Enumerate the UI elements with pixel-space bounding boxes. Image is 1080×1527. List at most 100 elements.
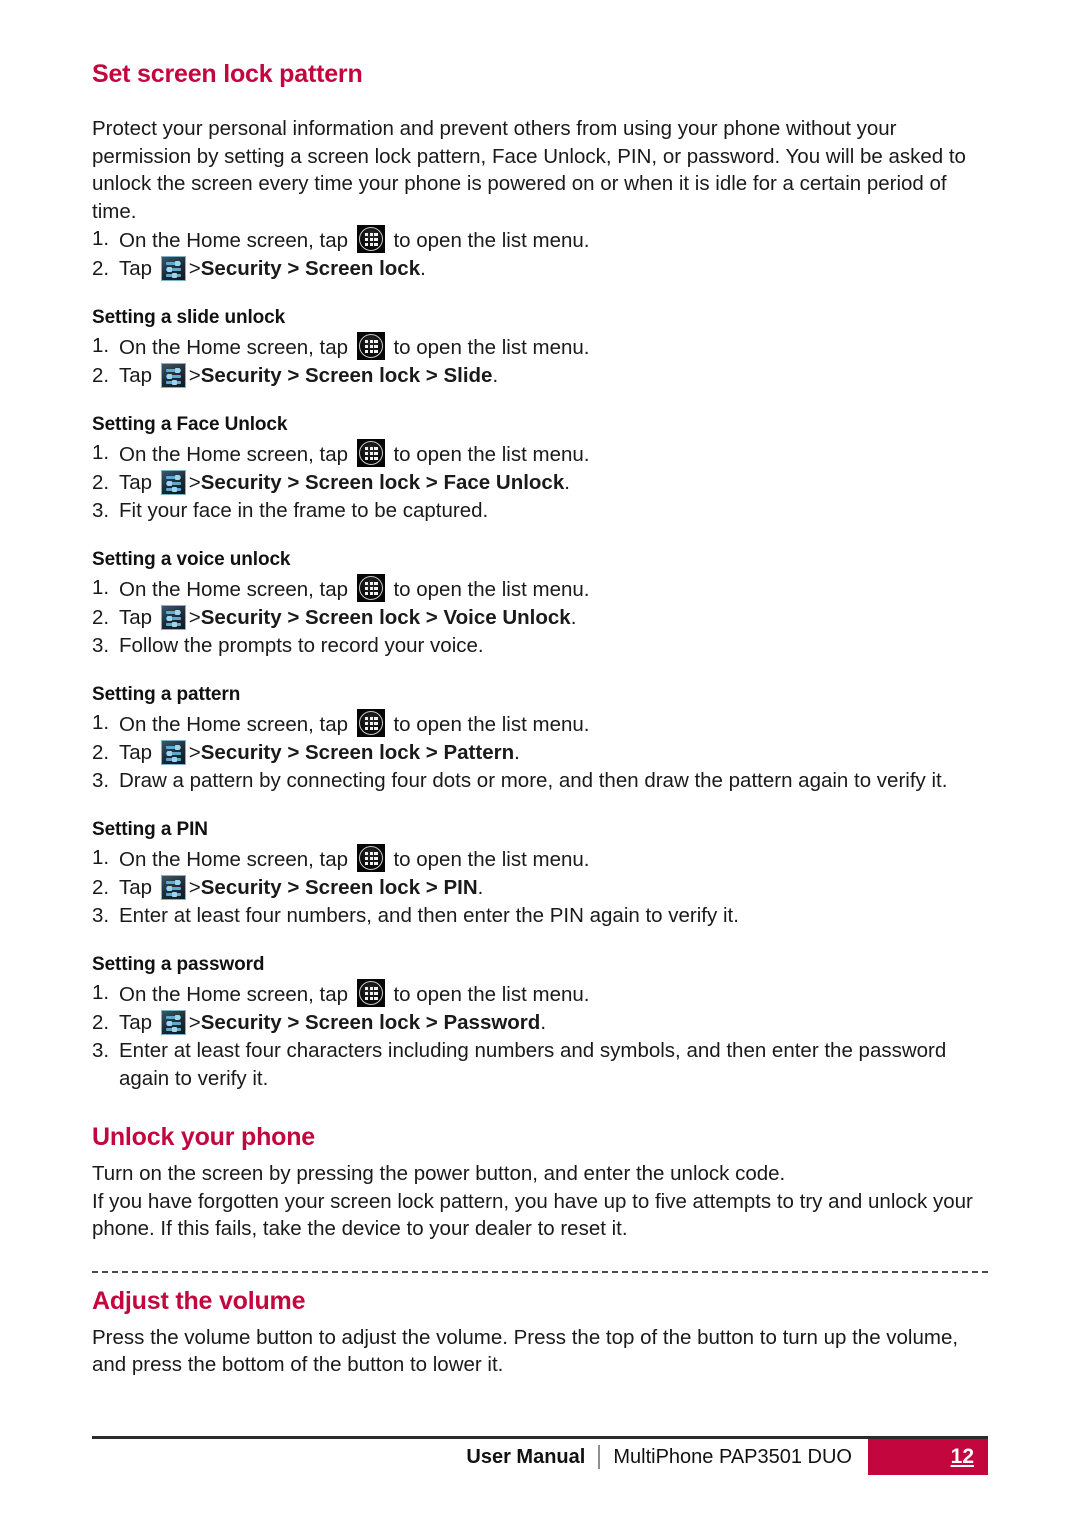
path-prefix: > (188, 876, 201, 899)
subsection-setting-a-pin: Setting a PIN 1. On the Home screen, tap… (92, 819, 988, 930)
step-text: Enter at least four numbers, and then en… (119, 904, 739, 927)
step-text-post: . (477, 876, 484, 899)
step-text: Tap >Security > Screen lock > Password. (119, 1009, 988, 1037)
footer-model-label: MultiPhone PAP3501 DUO (613, 1445, 852, 1468)
steps-list: 1. On the Home screen, tap to open the l… (92, 709, 988, 795)
settings-icon (160, 875, 186, 900)
settings-icon (160, 605, 186, 630)
step-number: 2. (92, 1011, 110, 1034)
step-text-pre: Tap (119, 606, 153, 629)
step-text: Follow the prompts to record your voice. (119, 634, 484, 657)
step-number: 1. (92, 846, 110, 869)
path-prefix: > (188, 257, 201, 280)
steps-list-screen-lock: 1. On the Home screen, tap to open the l… (92, 225, 988, 283)
step-text-pre: On the Home screen, tap (119, 983, 349, 1006)
step-text-post: to open the list menu. (393, 983, 590, 1006)
list-item: 3. Fit your face in the frame to be capt… (92, 497, 988, 525)
list-item: 1. On the Home screen, tap to open the l… (92, 225, 988, 255)
step-text-pre: On the Home screen, tap (119, 443, 349, 466)
step-text: On the Home screen, tap to open the list… (119, 439, 988, 469)
list-item: 2. Tap >Security > Screen lock > PIN. (92, 874, 988, 902)
settings-icon (160, 740, 186, 765)
step-text-pre: On the Home screen, tap (119, 578, 349, 601)
footer-bar: User Manual MultiPhone PAP3501 DUO 12 (92, 1439, 988, 1475)
footer-labels: User Manual MultiPhone PAP3501 DUO (466, 1439, 868, 1475)
settings-path: Security > Screen lock > Face Unlock (200, 471, 565, 494)
page-footer: User Manual MultiPhone PAP3501 DUO 12 (92, 1436, 988, 1475)
subsection-setting-a-password: Setting a password 1. On the Home screen… (92, 954, 988, 1093)
step-number: 3. (92, 769, 110, 792)
settings-icon (160, 363, 186, 388)
step-text-pre: Tap (119, 257, 153, 280)
list-item: 1. On the Home screen, tap to open the l… (92, 844, 988, 874)
list-item: 2. Tap >Security > Screen lock > Passwor… (92, 1009, 988, 1037)
step-text: On the Home screen, tap to open the list… (119, 709, 988, 739)
list-item: 3. Draw a pattern by connecting four dot… (92, 767, 988, 795)
step-number: 2. (92, 257, 110, 280)
step-number: 3. (92, 499, 110, 522)
step-number: 3. (92, 634, 110, 657)
intro-paragraph: Protect your personal information and pr… (92, 117, 966, 223)
list-item: 2. Tap >Security > Screen lock > Slide. (92, 362, 988, 390)
step-number: 1. (92, 576, 110, 599)
step-text-post: to open the list menu. (393, 336, 590, 359)
list-item: 1. On the Home screen, tap to open the l… (92, 979, 988, 1009)
settings-icon (160, 256, 186, 281)
subsection-title: Setting a password (92, 954, 265, 975)
step-text: Tap >Security > Screen lock > Pattern. (119, 739, 988, 767)
list-item: 2. Tap >Security > Screen lock > Pattern… (92, 739, 988, 767)
app-drawer-icon (356, 439, 385, 467)
subsection-setting-a-face-unlock: Setting a Face Unlock 1. On the Home scr… (92, 414, 988, 525)
page-content: Set screen lock pattern Protect your per… (92, 0, 988, 1379)
steps-list: 1. On the Home screen, tap to open the l… (92, 574, 988, 660)
step-text: Tap >Security > Screen lock. (119, 255, 988, 283)
step-text-pre: Tap (119, 876, 153, 899)
settings-path: Security > Screen lock (200, 257, 421, 280)
step-text: Fit your face in the frame to be capture… (119, 499, 489, 522)
step-text-post: to open the list menu. (393, 848, 590, 871)
list-item: 2. Tap >Security > Screen lock > Face Un… (92, 469, 988, 497)
subsection-title: Setting a PIN (92, 819, 208, 840)
step-text-post: to open the list menu. (393, 578, 590, 601)
step-text: On the Home screen, tap to open the list… (119, 574, 988, 604)
step-number: 2. (92, 471, 110, 494)
step-number: 1. (92, 981, 110, 1004)
settings-path: Security > Screen lock > Password (200, 1011, 541, 1034)
step-text-post: . (540, 1011, 547, 1034)
list-item: 1. On the Home screen, tap to open the l… (92, 439, 988, 469)
steps-list: 1. On the Home screen, tap to open the l… (92, 332, 988, 390)
steps-list: 1. On the Home screen, tap to open the l… (92, 439, 988, 525)
page-number: 12 (950, 1445, 974, 1468)
page-number-badge: 12 (868, 1439, 988, 1475)
list-item: 1. On the Home screen, tap to open the l… (92, 332, 988, 362)
path-prefix: > (188, 471, 201, 494)
list-item: 2. Tap >Security > Screen lock. (92, 255, 988, 283)
settings-icon (160, 470, 186, 495)
footer-vertical-divider (598, 1445, 601, 1469)
section-title-adjust-the-volume: Adjust the volume (92, 1286, 306, 1315)
section-title-unlock-your-phone: Unlock your phone (92, 1123, 316, 1151)
subsection-setting-a-voice-unlock: Setting a voice unlock 1. On the Home sc… (92, 549, 988, 660)
step-text: On the Home screen, tap to open the list… (119, 844, 988, 874)
step-text-pre: Tap (119, 741, 153, 764)
step-number: 1. (92, 441, 110, 464)
subsection-title: Setting a slide unlock (92, 307, 286, 328)
step-text: Tap >Security > Screen lock > Slide. (119, 362, 988, 390)
app-drawer-icon (356, 979, 385, 1007)
step-text-post: to open the list menu. (393, 713, 590, 736)
settings-icon (160, 1010, 186, 1035)
page-title: Set screen lock pattern (92, 60, 363, 88)
unlock-paragraph-2: If you have forgotten your screen lock p… (92, 1189, 973, 1241)
step-text: On the Home screen, tap to open the list… (119, 225, 988, 255)
step-number: 3. (92, 1039, 110, 1062)
steps-list: 1. On the Home screen, tap to open the l… (92, 979, 988, 1093)
list-item: 1. On the Home screen, tap to open the l… (92, 574, 988, 604)
step-text: Enter at least four characters including… (119, 1039, 947, 1090)
app-drawer-icon (356, 574, 385, 602)
step-number: 2. (92, 876, 110, 899)
step-text-pre: Tap (119, 471, 153, 494)
settings-path: Security > Screen lock > PIN (200, 876, 478, 899)
step-text-post: . (420, 257, 426, 280)
adjust-volume-paragraph: Press the volume button to adjust the vo… (92, 1325, 959, 1377)
subsection-setting-a-pattern: Setting a pattern 1. On the Home screen,… (92, 684, 988, 795)
